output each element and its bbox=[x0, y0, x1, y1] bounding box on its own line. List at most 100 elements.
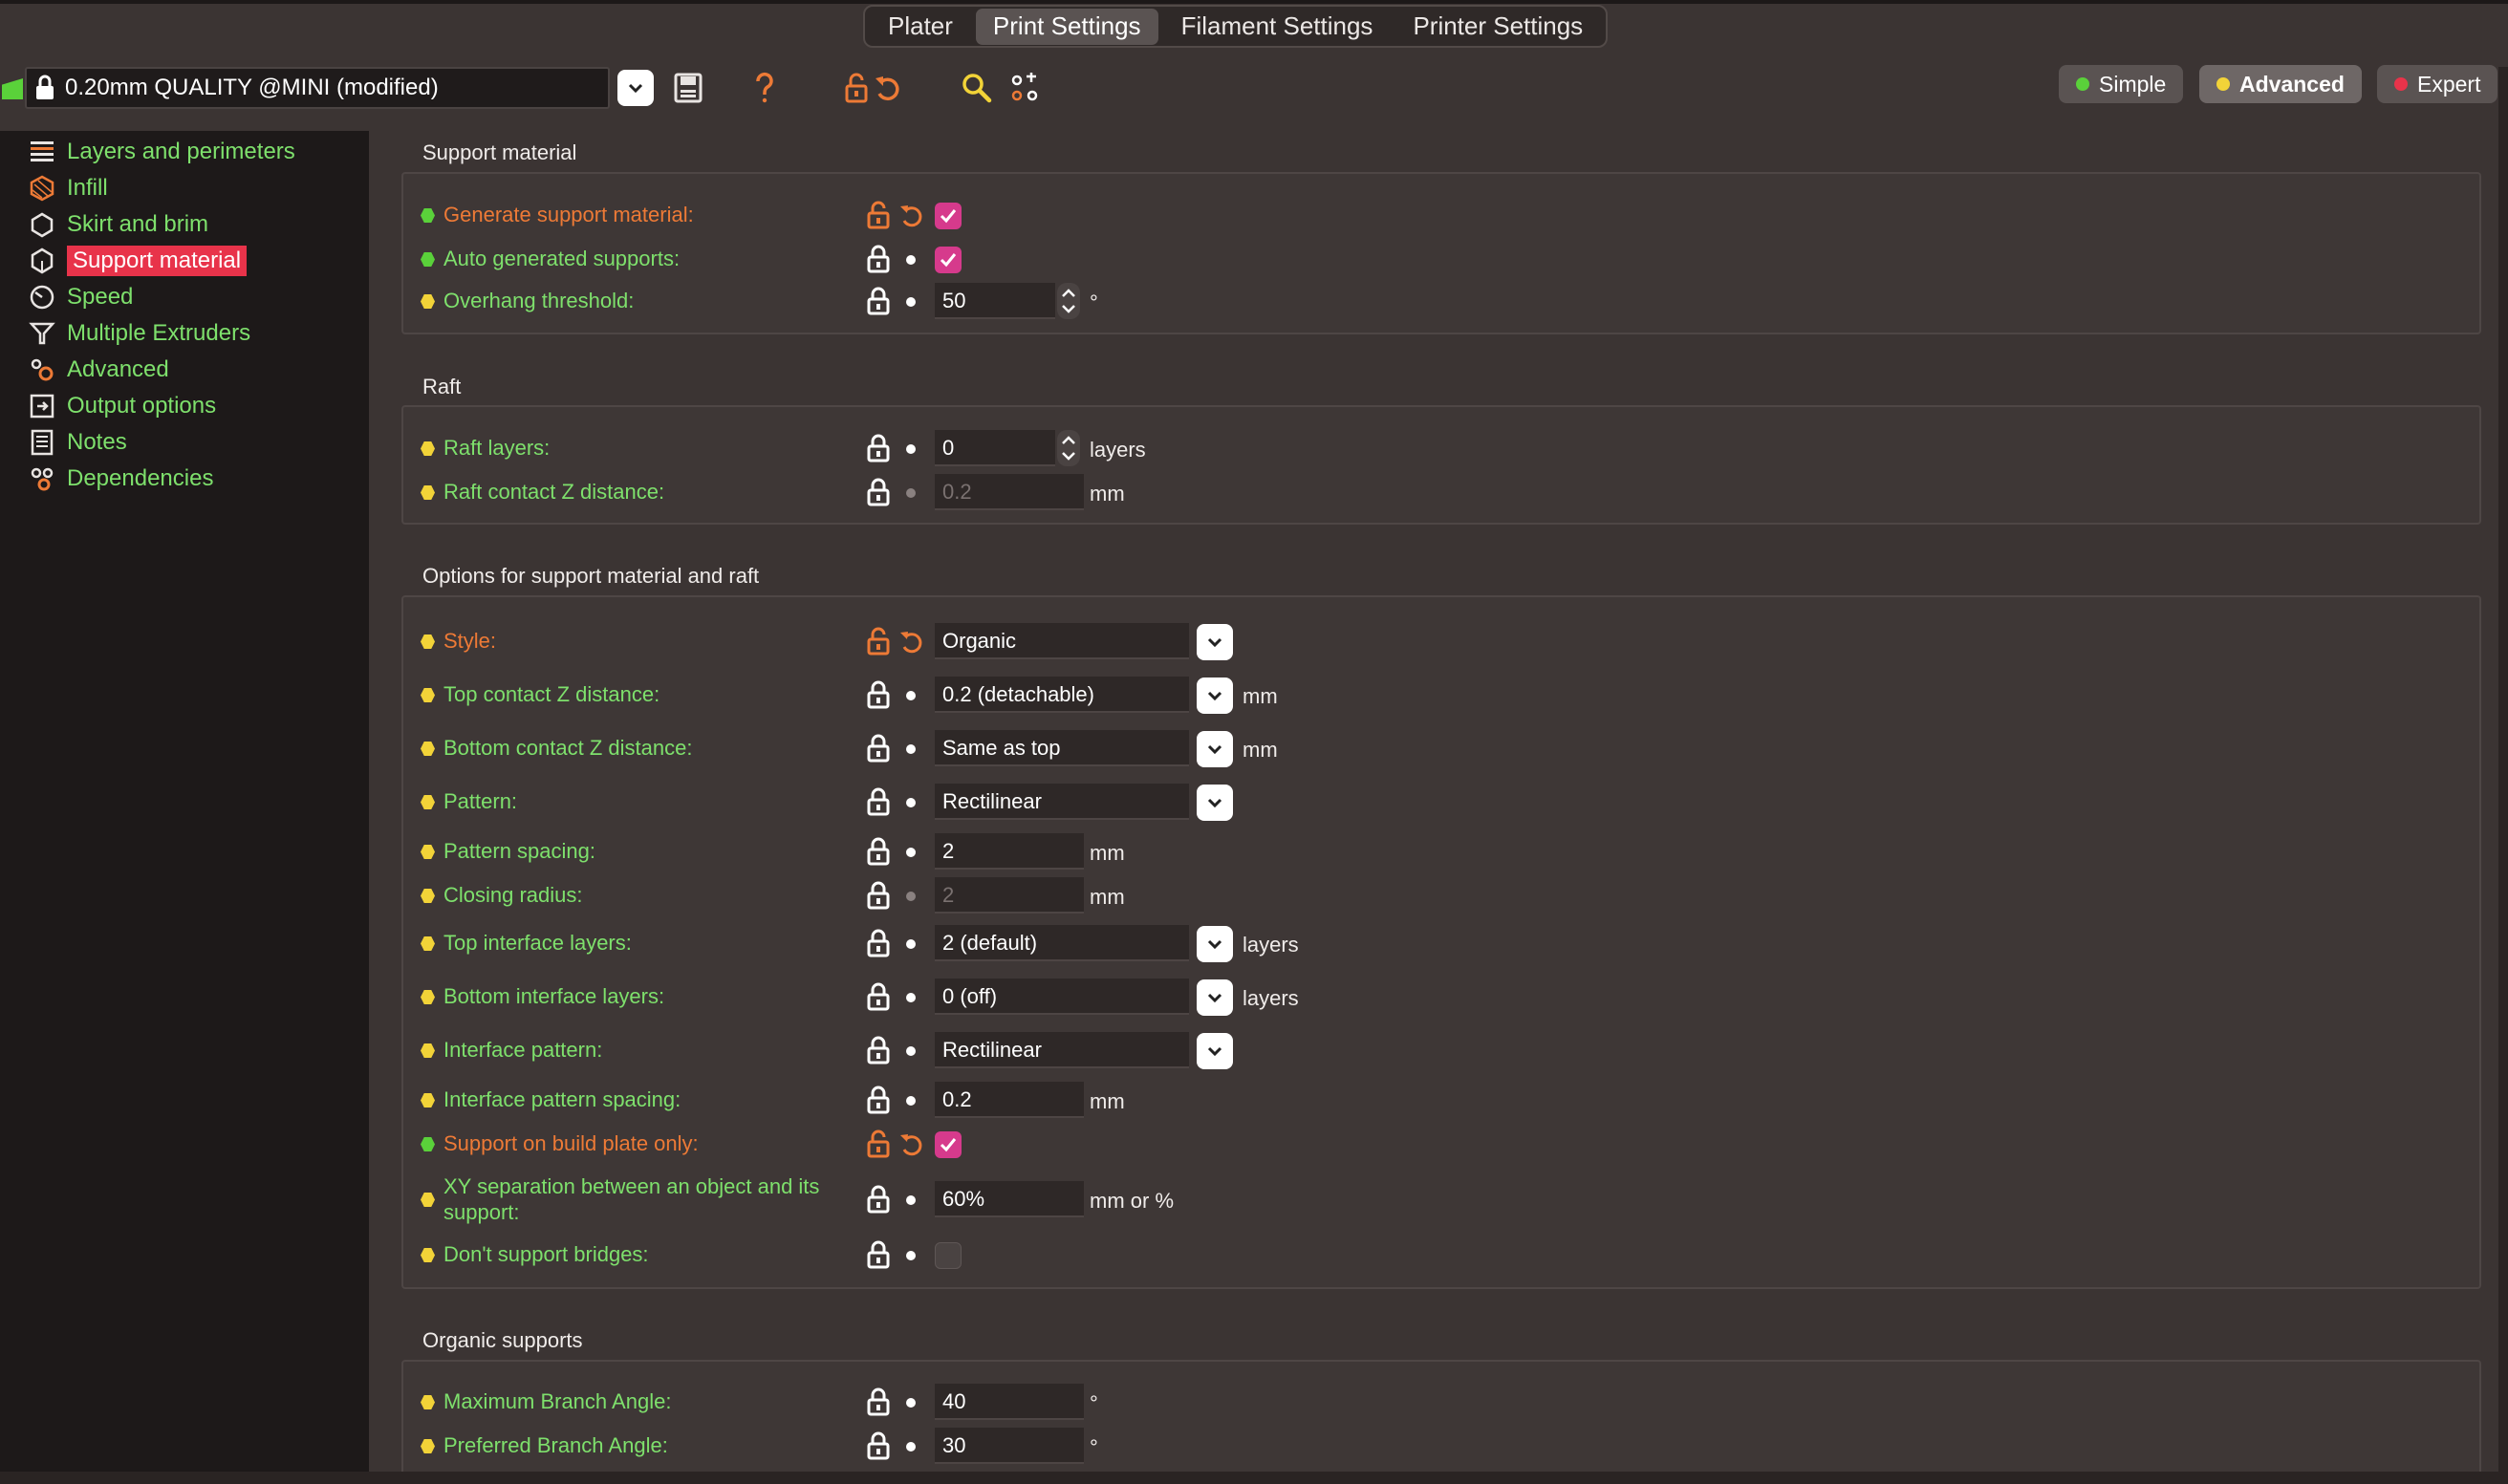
auto-supports-checkbox[interactable] bbox=[935, 247, 962, 273]
settings-scrollbar[interactable] bbox=[2498, 67, 2508, 1472]
mode-simple-button[interactable]: Simple bbox=[2059, 65, 2184, 103]
sidebar-item-advanced[interactable]: Advanced bbox=[27, 353, 169, 387]
unlock-icon[interactable] bbox=[866, 201, 891, 229]
dont-support-bridges-checkbox[interactable] bbox=[935, 1242, 962, 1269]
undo-all-button[interactable] bbox=[868, 67, 910, 109]
lock-icon[interactable] bbox=[866, 245, 891, 273]
overhang-spinner[interactable] bbox=[1057, 283, 1080, 319]
group-title-organic: Organic supports bbox=[422, 1328, 583, 1352]
lock-icon[interactable] bbox=[866, 1036, 891, 1065]
tab-plater[interactable]: Plater bbox=[871, 9, 970, 45]
save-preset-button[interactable] bbox=[667, 67, 709, 109]
lock-icon[interactable] bbox=[866, 881, 891, 910]
mode-expert-button[interactable]: Expert bbox=[2377, 65, 2498, 103]
generate-support-checkbox[interactable] bbox=[935, 203, 962, 229]
speed-icon bbox=[27, 282, 57, 312]
system-value-dot bbox=[906, 744, 916, 754]
lock-icon[interactable] bbox=[866, 837, 891, 866]
group-title-raft: Raft bbox=[422, 375, 462, 398]
system-value-dot bbox=[906, 1096, 916, 1106]
help-button[interactable] bbox=[744, 67, 786, 109]
top-interface-layers-combo[interactable]: 2 (default) bbox=[935, 925, 1189, 961]
sidebar-item-skirt[interactable]: Skirt and brim bbox=[27, 207, 208, 242]
raft-contact-z-input[interactable]: 0.2 bbox=[935, 474, 1084, 510]
sidebar-item-label: Support material bbox=[67, 246, 248, 276]
setting-label: Top contact Z distance: bbox=[443, 682, 660, 706]
xy-separation-input[interactable]: 60% bbox=[935, 1181, 1084, 1217]
lock-icon[interactable] bbox=[866, 1086, 891, 1114]
lock-icon[interactable] bbox=[866, 929, 891, 957]
sidebar-item-notes[interactable]: Notes bbox=[27, 425, 127, 460]
unlock-icon[interactable] bbox=[866, 1129, 891, 1158]
setting-label: Style: bbox=[443, 629, 497, 653]
raft-layers-spinner[interactable] bbox=[1057, 430, 1080, 466]
sidebar-item-layers[interactable]: Layers and perimeters bbox=[27, 135, 295, 169]
system-value-dot bbox=[906, 691, 916, 700]
preset-name: 0.20mm QUALITY @MINI (modified) bbox=[65, 75, 439, 100]
preset-selector[interactable]: 0.20mm QUALITY @MINI (modified) bbox=[25, 67, 610, 109]
lock-icon[interactable] bbox=[866, 434, 891, 462]
system-value-dot bbox=[906, 1442, 916, 1452]
sidebar-item-label: Skirt and brim bbox=[67, 211, 209, 237]
undo-icon[interactable] bbox=[898, 627, 925, 656]
sidebar-item-support[interactable]: Support material bbox=[27, 244, 248, 278]
lock-icon[interactable] bbox=[866, 1240, 891, 1269]
unit-label: mm bbox=[1243, 684, 1278, 708]
top-interface-dropdown-button[interactable] bbox=[1197, 926, 1233, 962]
overhang-threshold-input[interactable]: 50 bbox=[935, 283, 1055, 319]
interface-pattern-dropdown-button[interactable] bbox=[1197, 1033, 1233, 1069]
undo-icon[interactable] bbox=[898, 201, 925, 229]
lock-icon[interactable] bbox=[866, 1387, 891, 1416]
mode-advanced-button[interactable]: Advanced bbox=[2199, 65, 2362, 103]
tab-printer-settings[interactable]: Printer Settings bbox=[1395, 9, 1600, 45]
bottom-contact-z-combo[interactable]: Same as top bbox=[935, 730, 1189, 766]
system-value-dot bbox=[906, 993, 916, 1002]
build-plate-only-checkbox[interactable] bbox=[935, 1131, 962, 1158]
style-combo[interactable]: Organic bbox=[935, 623, 1189, 659]
lock-icon[interactable] bbox=[866, 478, 891, 506]
raft-layers-input[interactable]: 0 bbox=[935, 430, 1055, 466]
undo-icon[interactable] bbox=[898, 1129, 925, 1158]
sidebar-item-infill[interactable]: Infill bbox=[27, 171, 108, 205]
setting-label: Raft layers: bbox=[443, 436, 551, 460]
bottom-interface-dropdown-button[interactable] bbox=[1197, 979, 1233, 1016]
unit-label: layers bbox=[1243, 986, 1299, 1010]
tab-print-settings[interactable]: Print Settings bbox=[975, 8, 1158, 45]
tab-filament-settings[interactable]: Filament Settings bbox=[1164, 9, 1391, 45]
system-value-dot bbox=[906, 1046, 916, 1056]
lock-icon[interactable] bbox=[866, 287, 891, 315]
max-branch-angle-input[interactable]: 40 bbox=[935, 1384, 1084, 1420]
unlock-icon[interactable] bbox=[866, 627, 891, 656]
lock-icon bbox=[36, 75, 54, 99]
pattern-spacing-input[interactable]: 2 bbox=[935, 833, 1084, 870]
preferred-branch-angle-input[interactable]: 30 bbox=[935, 1428, 1084, 1464]
lock-icon[interactable] bbox=[866, 1185, 891, 1214]
unit-label: mm bbox=[1090, 1089, 1125, 1113]
sidebar-item-output[interactable]: Output options bbox=[27, 389, 216, 423]
lock-icon[interactable] bbox=[866, 787, 891, 816]
bottom-contact-z-dropdown-button[interactable] bbox=[1197, 731, 1233, 767]
bottom-interface-layers-combo[interactable]: 0 (off) bbox=[935, 979, 1189, 1015]
top-contact-z-combo[interactable]: 0.2 (detachable) bbox=[935, 677, 1189, 713]
setting-label: Overhang threshold: bbox=[443, 289, 635, 312]
sidebar-item-dependencies[interactable]: Dependencies bbox=[27, 462, 213, 496]
interface-pattern-spacing-input[interactable]: 0.2 bbox=[935, 1082, 1084, 1118]
sidebar-item-speed[interactable]: Speed bbox=[27, 280, 133, 314]
simple-mode-dot bbox=[2076, 77, 2089, 91]
top-contact-z-dropdown-button[interactable] bbox=[1197, 677, 1233, 714]
setting-label: Bottom interface layers: bbox=[443, 984, 665, 1008]
closing-radius-input[interactable]: 2 bbox=[935, 877, 1084, 914]
pattern-dropdown-button[interactable] bbox=[1197, 785, 1233, 821]
lock-icon[interactable] bbox=[866, 680, 891, 709]
search-button[interactable] bbox=[956, 67, 998, 109]
interface-pattern-combo[interactable]: Rectilinear bbox=[935, 1032, 1189, 1068]
lock-icon[interactable] bbox=[866, 1431, 891, 1460]
sidebar-item-extruders[interactable]: Multiple Extruders bbox=[27, 316, 250, 351]
pattern-combo[interactable]: Rectilinear bbox=[935, 784, 1189, 820]
compare-presets-button[interactable] bbox=[1004, 67, 1046, 109]
style-dropdown-button[interactable] bbox=[1197, 624, 1233, 660]
lock-icon[interactable] bbox=[866, 982, 891, 1011]
lock-icon[interactable] bbox=[866, 734, 891, 763]
preset-dropdown-button[interactable] bbox=[617, 70, 654, 106]
setting-label: XY separation between an object and its … bbox=[443, 1174, 820, 1224]
